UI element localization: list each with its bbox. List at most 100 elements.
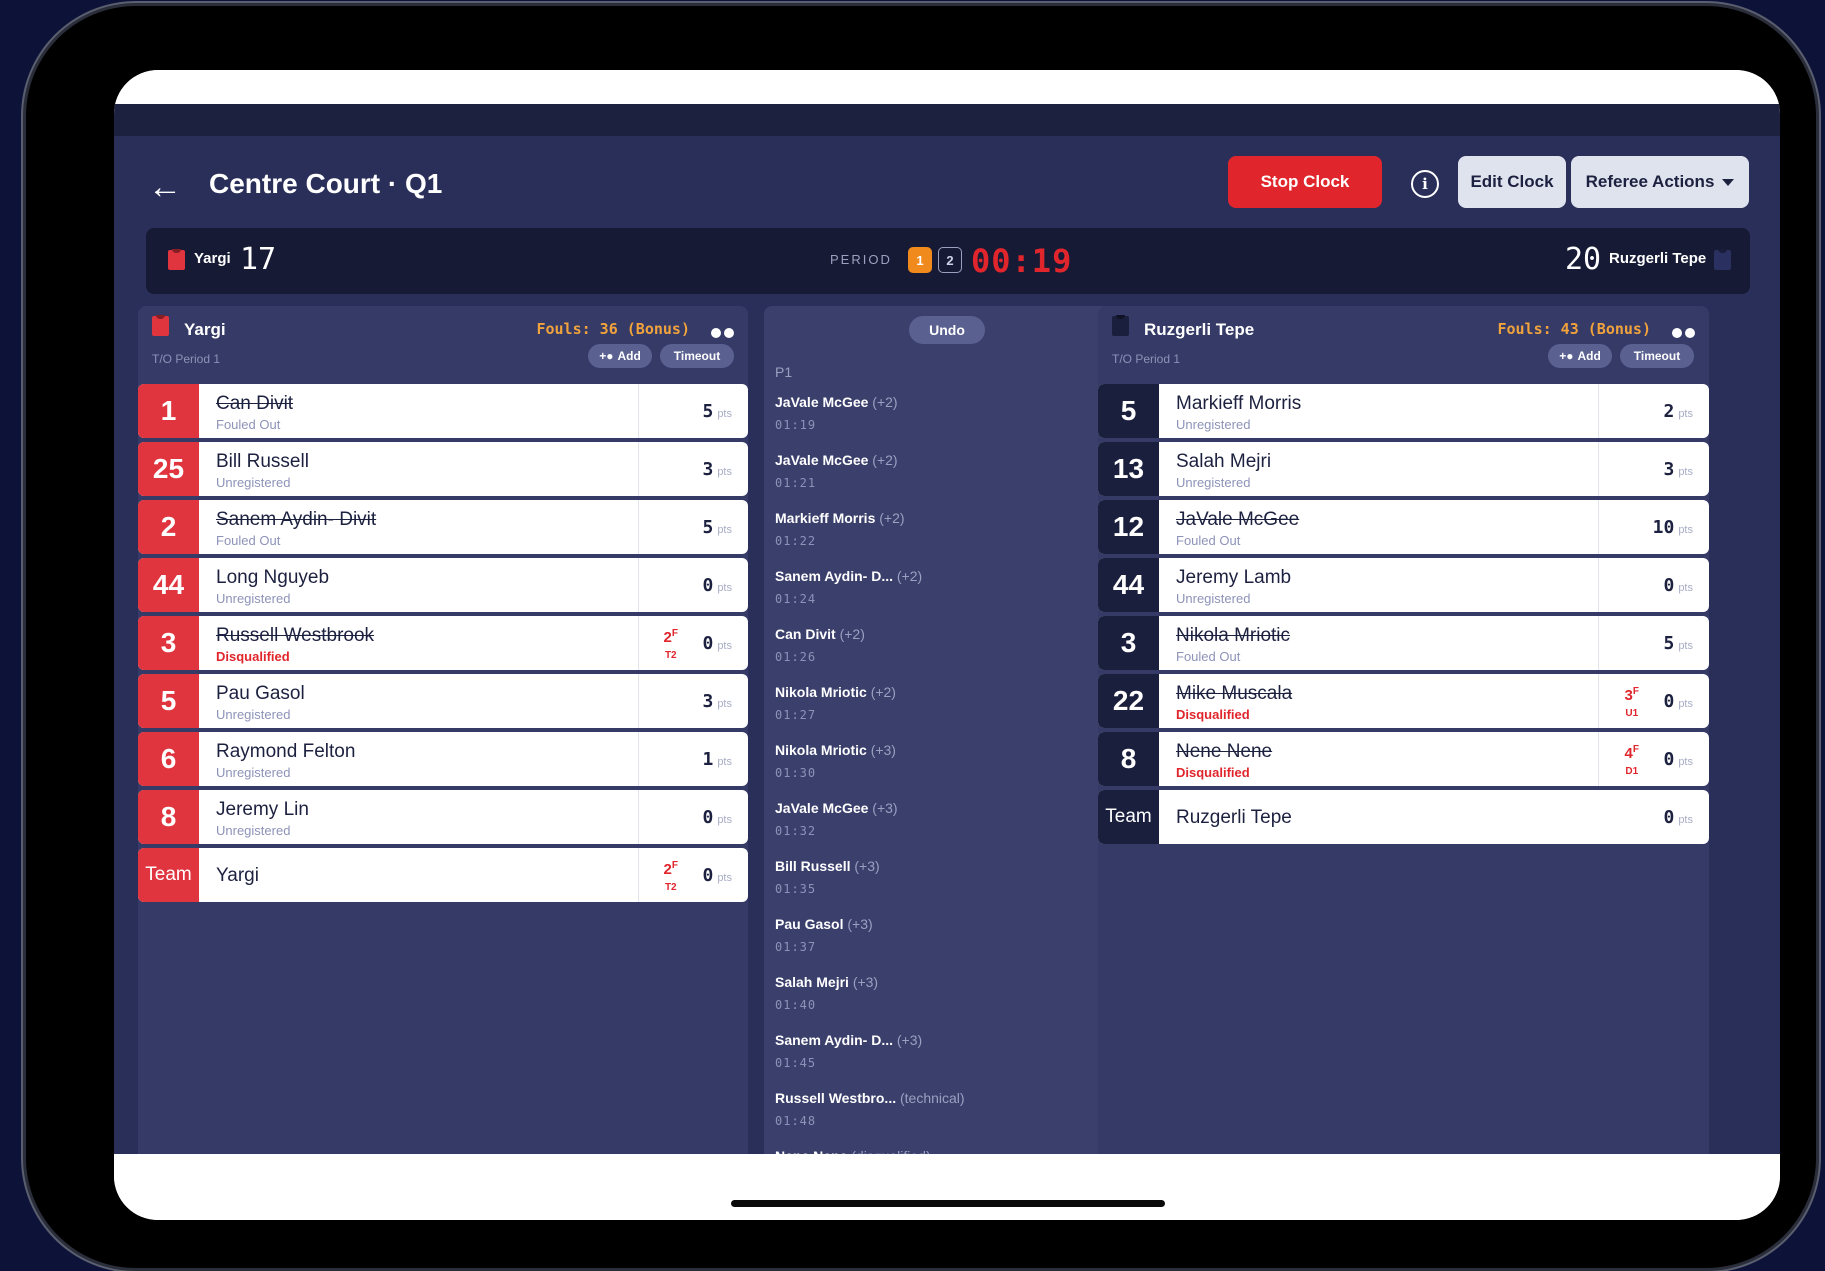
player-status: Unregistered xyxy=(216,475,291,490)
event-item[interactable]: JaVale McGee (+3)01:32× xyxy=(764,800,1130,858)
event-time: 01:48 xyxy=(775,1114,817,1128)
player-row[interactable]: 22 Mike Muscala Disqualified 3F U1 0 pts xyxy=(1098,674,1709,728)
player-row[interactable]: 44 Jeremy Lamb Unregistered 0 pts xyxy=(1098,558,1709,612)
away-timeout-dots xyxy=(1669,325,1695,343)
player-points[interactable]: 1 pts xyxy=(702,749,732,770)
player-points[interactable]: 0 pts xyxy=(702,633,732,654)
stop-clock-button[interactable]: Stop Clock xyxy=(1228,156,1382,208)
points-unit: pts xyxy=(717,698,732,710)
event-detail: (+3) xyxy=(870,742,896,758)
home-panel-name: Yargi xyxy=(184,320,226,339)
player-status: Fouled Out xyxy=(216,533,281,548)
foul-code: U1 xyxy=(1625,708,1639,719)
home-jersey-icon xyxy=(168,250,185,270)
points-value: 0 xyxy=(702,807,714,828)
player-status: Unregistered xyxy=(1176,591,1251,606)
player-name: Russell Westbrook xyxy=(216,625,375,646)
home-timeout-button[interactable]: Timeout xyxy=(660,344,734,368)
event-item[interactable]: Can Divit (+2)01:26× xyxy=(764,626,1130,684)
player-points[interactable]: 3 pts xyxy=(702,691,732,712)
player-row[interactable]: 6 Raymond Felton Unregistered 1 pts xyxy=(138,732,748,786)
player-row[interactable]: 13 Salah Mejri Unregistered 3 pts xyxy=(1098,442,1709,496)
player-row[interactable]: 8 Nene Nene Disqualified 4F D1 0 pts xyxy=(1098,732,1709,786)
back-arrow-icon[interactable]: ← xyxy=(148,170,182,204)
player-points[interactable]: 0 pts xyxy=(702,575,732,596)
player-row[interactable]: 3 Nikola Mriotic Fouled Out 5 pts xyxy=(1098,616,1709,670)
player-name: JaVale McGee xyxy=(1176,509,1300,530)
player-row[interactable]: 25 Bill Russell Unregistered 3 pts xyxy=(138,442,748,496)
referee-actions-label: Referee Actions xyxy=(1585,172,1715,191)
points-unit: pts xyxy=(717,524,732,536)
player-row[interactable]: 44 Long Nguyeb Unregistered 0 pts xyxy=(138,558,748,612)
foul-count: 2 xyxy=(663,629,672,646)
event-item[interactable]: Markieff Morris (+2)01:22× xyxy=(764,510,1130,568)
event-list: JaVale McGee (+2)01:19×JaVale McGee (+2)… xyxy=(764,394,1130,1154)
event-detail: (+3) xyxy=(872,800,898,816)
info-icon[interactable]: i xyxy=(1411,170,1439,198)
away-team-panel: Ruzgerli Tepe Fouls: 43 (Bonus) T/O Peri… xyxy=(1098,306,1709,1154)
player-points[interactable]: 2 pts xyxy=(1663,401,1693,422)
event-item[interactable]: Nikola Mriotic (+3)01:30× xyxy=(764,742,1130,800)
player-points[interactable]: 0 pts xyxy=(1663,807,1693,828)
player-name: Mike Muscala xyxy=(1176,683,1293,704)
event-item[interactable]: JaVale McGee (+2)01:21× xyxy=(764,452,1130,510)
player-points[interactable]: 10 pts xyxy=(1653,517,1693,538)
player-points[interactable]: 5 pts xyxy=(702,517,732,538)
row-divider xyxy=(1598,384,1599,438)
player-points[interactable]: 5 pts xyxy=(1663,633,1693,654)
period-1-badge[interactable]: 1 xyxy=(908,247,932,273)
player-row[interactable]: 3 Russell Westbrook Disqualified 2F T2 0 pts xyxy=(138,616,748,670)
event-time: 01:26 xyxy=(775,650,817,664)
event-time: 01:22 xyxy=(775,534,817,548)
player-status: Disqualified xyxy=(1176,707,1250,722)
player-points[interactable]: 0 pts xyxy=(1663,749,1693,770)
event-item[interactable]: JaVale McGee (+2)01:19× xyxy=(764,394,1130,452)
player-points[interactable]: 0 pts xyxy=(702,865,732,886)
foul-type: F xyxy=(671,628,678,639)
home-add-player-button[interactable]: +● Add xyxy=(588,344,652,368)
event-item[interactable]: Nikola Mriotic (+2)01:27× xyxy=(764,684,1130,742)
home-jersey-icon xyxy=(152,316,169,336)
points-value: 3 xyxy=(702,691,714,712)
player-row[interactable]: 8 Jeremy Lin Unregistered 0 pts xyxy=(138,790,748,844)
event-item[interactable]: Salah Mejri (+3)01:40× xyxy=(764,974,1130,1032)
status-bar xyxy=(114,70,1780,104)
row-divider xyxy=(1598,674,1599,728)
event-item[interactable]: Sanem Aydin- D... (+2)01:24× xyxy=(764,568,1130,626)
away-timeout-button[interactable]: Timeout xyxy=(1620,344,1694,368)
points-unit: pts xyxy=(1678,466,1693,478)
undo-button[interactable]: Undo xyxy=(909,316,985,344)
event-detail: (+2) xyxy=(839,626,865,642)
player-points[interactable]: 3 pts xyxy=(1663,459,1693,480)
player-points[interactable]: 0 pts xyxy=(1663,575,1693,596)
home-indicator[interactable] xyxy=(731,1200,1165,1207)
event-item[interactable]: Sanem Aydin- D... (+3)01:45× xyxy=(764,1032,1130,1090)
player-points[interactable]: 3 pts xyxy=(702,459,732,480)
period-2-badge[interactable]: 2 xyxy=(938,247,962,273)
event-time: 01:40 xyxy=(775,998,817,1012)
event-player: JaVale McGee xyxy=(775,452,869,468)
event-item[interactable]: Bill Russell (+3)01:35× xyxy=(764,858,1130,916)
away-add-player-button[interactable]: +● Add xyxy=(1548,344,1612,368)
event-item[interactable]: Russell Westbro... (technical)01:48× xyxy=(764,1090,1130,1148)
edit-clock-button[interactable]: Edit Clock xyxy=(1458,156,1566,208)
team-row[interactable]: Team Yargi 2F T2 0 pts xyxy=(138,848,748,902)
event-label: Pau Gasol (+3) xyxy=(775,916,873,932)
team-row[interactable]: Team Ruzgerli Tepe 0 pts xyxy=(1098,790,1709,844)
player-row[interactable]: 12 JaVale McGee Fouled Out 10 pts xyxy=(1098,500,1709,554)
home-score: 17 xyxy=(240,242,277,277)
points-value: 0 xyxy=(702,575,714,596)
player-row[interactable]: 5 Markieff Morris Unregistered 2 pts xyxy=(1098,384,1709,438)
player-row[interactable]: 5 Pau Gasol Unregistered 3 pts xyxy=(138,674,748,728)
event-label: Can Divit (+2) xyxy=(775,626,865,642)
referee-actions-button[interactable]: Referee Actions xyxy=(1571,156,1749,208)
player-points[interactable]: 5 pts xyxy=(702,401,732,422)
event-item[interactable]: Pau Gasol (+3)01:37× xyxy=(764,916,1130,974)
player-row[interactable]: 1 Can Divit Fouled Out 5 pts xyxy=(138,384,748,438)
player-points[interactable]: 0 pts xyxy=(1663,691,1693,712)
event-label: Salah Mejri (+3) xyxy=(775,974,878,990)
player-row[interactable]: 2 Sanem Aydin- Divit Fouled Out 5 pts xyxy=(138,500,748,554)
player-name: Bill Russell xyxy=(216,451,309,472)
event-label: JaVale McGee (+3) xyxy=(775,800,898,816)
player-points[interactable]: 0 pts xyxy=(702,807,732,828)
